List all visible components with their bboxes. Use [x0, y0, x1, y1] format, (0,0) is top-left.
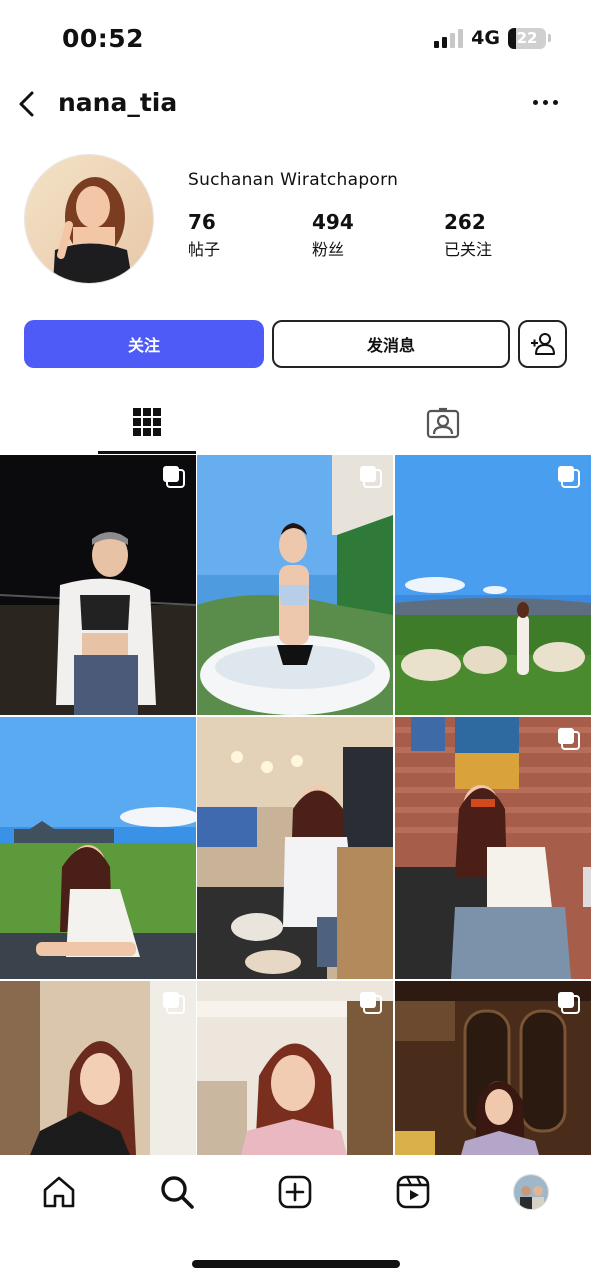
- posts-grid: [0, 455, 591, 1155]
- multi-photo-icon: [163, 992, 185, 1014]
- status-time: 00:52: [62, 24, 145, 53]
- multi-photo-icon: [558, 992, 580, 1014]
- profile-nav-bar: nana_tia: [0, 80, 591, 132]
- battery-icon: 22: [508, 27, 546, 49]
- tab-create[interactable]: [275, 1172, 315, 1212]
- search-icon: [161, 1176, 194, 1209]
- network-label: 4G: [471, 27, 500, 49]
- more-dot-icon: [543, 99, 548, 105]
- grid-icon: [133, 407, 161, 436]
- post-thumbnail[interactable]: [0, 455, 196, 715]
- status-indicators: 4G 22: [434, 27, 551, 49]
- tagged-icon: [426, 407, 460, 439]
- follow-button[interactable]: 关注: [24, 320, 264, 368]
- stat-followers[interactable]: 494 粉丝: [312, 210, 354, 260]
- tab-home[interactable]: [39, 1172, 79, 1212]
- tab-profile[interactable]: [511, 1172, 551, 1212]
- more-dot-icon: [533, 99, 538, 105]
- profile-avatar[interactable]: [24, 154, 154, 284]
- home-indicator: [192, 1260, 400, 1268]
- bottom-tab-bar: [0, 1160, 591, 1226]
- post-thumbnail[interactable]: [197, 717, 393, 979]
- post-thumbnail[interactable]: [197, 455, 393, 715]
- stat-posts-count: 76: [188, 210, 216, 234]
- add-user-icon: [530, 333, 555, 355]
- chevron-left-icon: [19, 91, 34, 117]
- tab-search[interactable]: [157, 1172, 197, 1212]
- tab-reels[interactable]: [393, 1172, 433, 1212]
- multi-photo-icon: [558, 728, 580, 750]
- post-thumbnail[interactable]: [0, 981, 196, 1155]
- post-thumbnail[interactable]: [395, 717, 591, 979]
- multi-photo-icon: [360, 466, 382, 488]
- profile-full-name: Suchanan Wiratchaporn: [188, 170, 399, 190]
- post-thumbnail[interactable]: [395, 981, 591, 1155]
- profile-username: nana_tia: [58, 88, 178, 117]
- stat-posts[interactable]: 76 帖子: [188, 210, 220, 260]
- stat-posts-label: 帖子: [188, 240, 221, 259]
- more-dot-icon: [553, 99, 558, 105]
- tab-tagged[interactable]: [394, 392, 492, 454]
- signal-icon: [434, 28, 464, 48]
- home-icon: [43, 1176, 75, 1208]
- battery-percent: 22: [516, 28, 538, 47]
- suggested-users-button[interactable]: [518, 320, 567, 368]
- create-icon: [278, 1175, 312, 1209]
- stat-following[interactable]: 262 已关注: [444, 210, 492, 260]
- multi-photo-icon: [558, 466, 580, 488]
- battery-tip: [548, 34, 551, 42]
- post-thumbnail[interactable]: [197, 981, 393, 1155]
- reels-icon: [396, 1175, 430, 1209]
- back-button[interactable]: [10, 86, 46, 122]
- message-button[interactable]: 发消息: [272, 320, 510, 368]
- stat-followers-count: 494: [312, 210, 354, 234]
- post-thumbnail[interactable]: [395, 455, 591, 715]
- profile-avatar-small: [513, 1174, 549, 1210]
- more-options-button[interactable]: [533, 94, 561, 110]
- multi-photo-icon: [360, 992, 382, 1014]
- stat-following-label: 已关注: [444, 240, 493, 259]
- multi-photo-icon: [163, 466, 185, 488]
- post-thumbnail[interactable]: [0, 717, 196, 979]
- tab-posts-grid[interactable]: [98, 392, 196, 454]
- stat-followers-label: 粉丝: [312, 240, 345, 259]
- status-bar: 00:52 4G 22: [0, 0, 591, 78]
- profile-tabs: [0, 392, 591, 454]
- stat-following-count: 262: [444, 210, 486, 234]
